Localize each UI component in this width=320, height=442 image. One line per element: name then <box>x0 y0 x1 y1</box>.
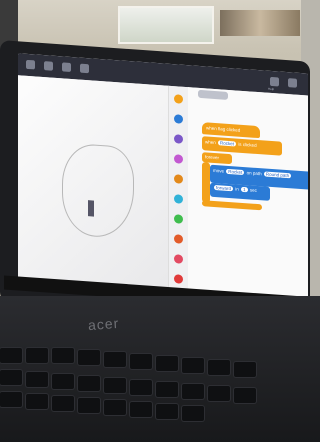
code-workspace[interactable]: when flag clicked when Rocket is clicked… <box>188 87 308 306</box>
stage-canvas[interactable] <box>18 75 168 296</box>
keyboard-key[interactable] <box>52 348 74 363</box>
variables-category-icon[interactable] <box>174 234 183 244</box>
workspace-chip[interactable] <box>198 89 228 100</box>
movement-category-icon[interactable] <box>174 114 183 124</box>
keyboard-key[interactable] <box>52 374 74 389</box>
operators-category-icon[interactable] <box>174 214 183 224</box>
sensing-category-icon[interactable] <box>174 194 183 204</box>
keyboard-key[interactable] <box>156 356 178 371</box>
sound-category-icon[interactable] <box>174 154 183 164</box>
move2-in: in <box>235 186 239 192</box>
keyboard-key[interactable] <box>156 382 178 397</box>
background-shelf <box>220 10 300 36</box>
keyboard-key[interactable] <box>78 376 100 391</box>
forever-block-arm <box>202 162 210 203</box>
brand-logo: acer <box>87 314 120 334</box>
keyboard-key[interactable] <box>78 350 100 365</box>
keyboard-key[interactable] <box>208 360 230 375</box>
looks-category-icon[interactable] <box>174 134 183 144</box>
keyboard-key[interactable] <box>182 358 204 373</box>
keyboard-key[interactable] <box>130 380 152 395</box>
laptop: Help when flag clicked when Rocket is cl… <box>0 34 320 442</box>
events-category-icon[interactable] <box>174 94 183 104</box>
block-palette <box>168 85 189 298</box>
keyboard-key[interactable] <box>0 348 22 363</box>
control-category-icon[interactable] <box>174 174 183 184</box>
keyboard-key[interactable] <box>26 394 48 409</box>
keyboard-key[interactable] <box>78 398 100 413</box>
home-icon[interactable] <box>26 59 35 70</box>
keyboard-key[interactable] <box>0 370 22 385</box>
path-dropdown[interactable]: Round path <box>263 171 292 179</box>
keyboard-key[interactable] <box>182 406 204 421</box>
round-path <box>62 142 134 240</box>
keyboard-key[interactable] <box>104 352 126 367</box>
when-suffix: is clicked <box>238 141 257 148</box>
move-prefix: move <box>213 167 225 174</box>
settings-icon[interactable] <box>288 78 297 88</box>
laptop-screen: Help when flag clicked when Rocket is cl… <box>18 53 308 306</box>
keyboard-key[interactable] <box>130 354 152 369</box>
myblocks-category-icon[interactable] <box>174 254 183 264</box>
laptop-base: acer <box>0 296 320 442</box>
keyboard-key[interactable] <box>234 362 256 377</box>
keyboard-key[interactable] <box>0 392 22 407</box>
duration-input[interactable]: 1 <box>241 186 248 193</box>
keyboard-key[interactable] <box>234 388 256 403</box>
keyboard-key[interactable] <box>104 378 126 393</box>
when-prefix: when <box>205 139 216 146</box>
keyboard <box>0 342 300 442</box>
move-mid: on path <box>246 170 262 177</box>
move2-unit: sec <box>249 187 257 193</box>
direction-dropdown[interactable]: forward <box>214 184 234 192</box>
extra-category-icon[interactable] <box>174 274 183 284</box>
when-target-dropdown[interactable]: Rocket <box>218 140 237 147</box>
keyboard-key[interactable] <box>208 386 230 401</box>
help-label: Help <box>268 86 275 92</box>
keyboard-key[interactable] <box>130 402 152 417</box>
help-icon[interactable] <box>270 76 279 87</box>
graphics-icon[interactable] <box>80 63 89 74</box>
forever-block-bottom <box>202 200 262 211</box>
keyboard-key[interactable] <box>182 384 204 399</box>
move-duration-block[interactable]: forward in 1 sec <box>210 182 270 201</box>
rocket-sprite[interactable] <box>88 200 94 217</box>
keyboard-key[interactable] <box>26 348 48 363</box>
keyboard-key[interactable] <box>156 404 178 419</box>
edit-menu-icon[interactable] <box>62 62 71 72</box>
keyboard-key[interactable] <box>52 396 74 411</box>
move-target-dropdown[interactable]: Rocket <box>226 168 245 176</box>
file-menu-icon[interactable] <box>44 61 53 71</box>
keyboard-key[interactable] <box>26 372 48 387</box>
